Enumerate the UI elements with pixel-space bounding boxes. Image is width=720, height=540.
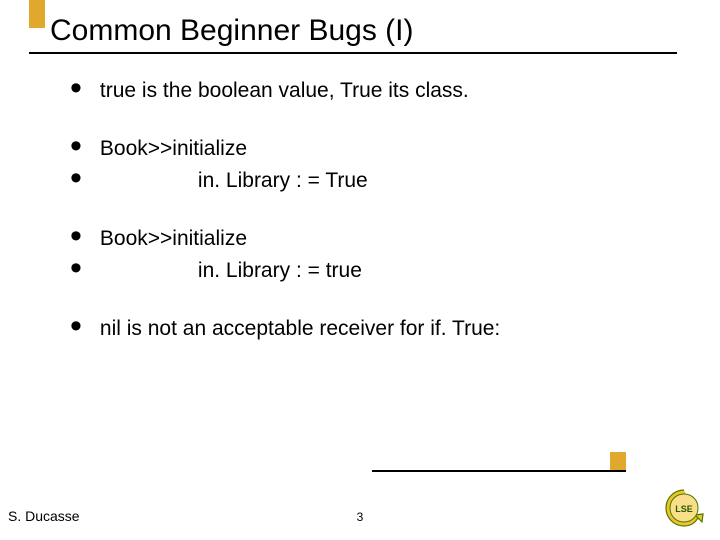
bullet-dot: • [70,136,82,156]
accent-bottom-block [610,452,626,470]
slide-content: • true is the boolean value, True its cl… [70,78,670,342]
bullet-row: • Book>>initialize [70,226,670,252]
bullet-row: • Book>>initialize [70,136,670,162]
bullet-row: • true is the boolean value, True its cl… [70,78,670,104]
bullet-dot: • [70,226,82,246]
bullet-text: true is the boolean value, True its clas… [100,78,469,104]
bullet-dot: • [70,258,82,278]
accent-top-block [29,0,45,28]
svg-text:LSE: LSE [675,504,693,514]
bullet-text: nil is not an acceptable receiver for if… [100,316,500,342]
bullet-text: in. Library : = True [100,168,368,194]
bullet-dot: • [70,168,82,188]
bullet-row: • in. Library : = True [70,168,670,194]
bullet-row: • in. Library : = true [70,258,670,284]
bullet-text: Book>>initialize [100,136,247,162]
lse-logo: LSE [662,488,706,530]
bullet-dot: • [70,316,82,336]
bullet-text: in. Library : = true [100,258,362,284]
page-number: 3 [0,510,720,524]
bullet-text: Book>>initialize [100,226,247,252]
footer-divider [372,470,626,472]
slide-title: Common Beginner Bugs (I) [50,14,414,47]
bullet-dot: • [70,78,82,98]
bullet-row: • nil is not an acceptable receiver for … [70,316,670,342]
title-underline [29,52,677,54]
